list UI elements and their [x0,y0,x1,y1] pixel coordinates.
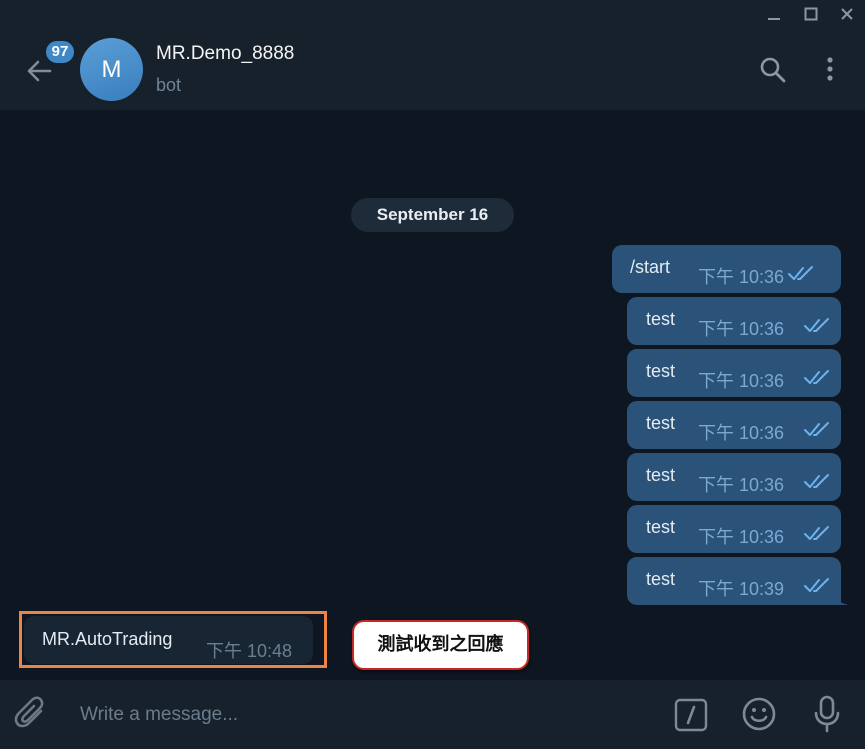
chat-title[interactable]: MR.Demo_8888 [156,43,294,65]
message-text: test [646,569,676,589]
message-text: test [646,465,676,485]
unread-badge: 97 [44,39,76,65]
slash-command-icon [674,698,708,732]
message-text: test [646,361,676,381]
bubble-tail [835,591,849,605]
double-check-icon [804,474,829,488]
highlight-box [19,611,327,668]
microphone-icon [814,695,840,733]
double-check-icon [804,370,829,384]
message-time: 下午 10:39 [698,579,785,599]
outgoing-message[interactable]: test 下午 10:36 [627,401,841,449]
composer-bar [0,680,865,749]
outgoing-message[interactable]: test 下午 10:36 [627,349,841,397]
more-options-button[interactable] [818,55,842,85]
smiley-icon [742,697,776,731]
telegram-window: 97 M MR.Demo_8888 bot September 16 /star… [0,0,865,749]
double-check-icon [804,422,829,436]
double-check-icon [788,266,813,280]
outgoing-message[interactable]: test 下午 10:39 [627,557,849,605]
close-icon [841,8,853,20]
message-time: 下午 10:36 [698,371,785,391]
voice-message-button[interactable] [812,694,842,734]
paperclip-icon [14,696,44,728]
chat-status: bot [156,75,182,95]
attach-button[interactable] [14,696,50,734]
date-separator: September 16 [351,198,514,232]
message-time: 下午 10:36 [698,527,785,547]
message-input[interactable] [78,698,642,732]
annotation-callout: 測試收到之回應 [352,620,529,670]
title-bar [0,0,865,28]
emoji-button[interactable] [741,696,777,732]
avatar[interactable]: M [80,38,143,101]
outgoing-message[interactable]: test 下午 10:36 [627,505,841,553]
message-text: test [646,309,676,329]
message-time: 下午 10:36 [698,267,785,287]
maximize-button[interactable] [796,0,826,28]
chat-header: 97 M MR.Demo_8888 bot [0,28,865,110]
search-icon [760,57,786,83]
message-time: 下午 10:36 [698,475,785,495]
double-check-icon [804,578,829,592]
minimize-button[interactable] [759,0,789,28]
outgoing-message[interactable]: test 下午 10:36 [627,297,841,345]
search-button[interactable] [758,55,788,85]
message-list[interactable]: September 16 /start 下午 10:36 test 下午 10:… [0,110,865,680]
bot-commands-button[interactable] [674,698,708,732]
message-text: /start [630,257,671,277]
message-text: test [646,517,676,537]
double-check-icon [804,318,829,332]
message-time: 下午 10:36 [698,423,785,443]
outgoing-message[interactable]: test 下午 10:36 [627,453,841,501]
double-check-icon [804,526,829,540]
close-window-button[interactable] [832,0,862,28]
message-text: test [646,413,676,433]
outgoing-message[interactable]: /start 下午 10:36 [612,245,841,293]
more-vertical-icon [827,57,833,81]
minimize-icon [768,18,780,20]
message-time: 下午 10:36 [698,319,785,339]
maximize-icon [804,7,818,21]
